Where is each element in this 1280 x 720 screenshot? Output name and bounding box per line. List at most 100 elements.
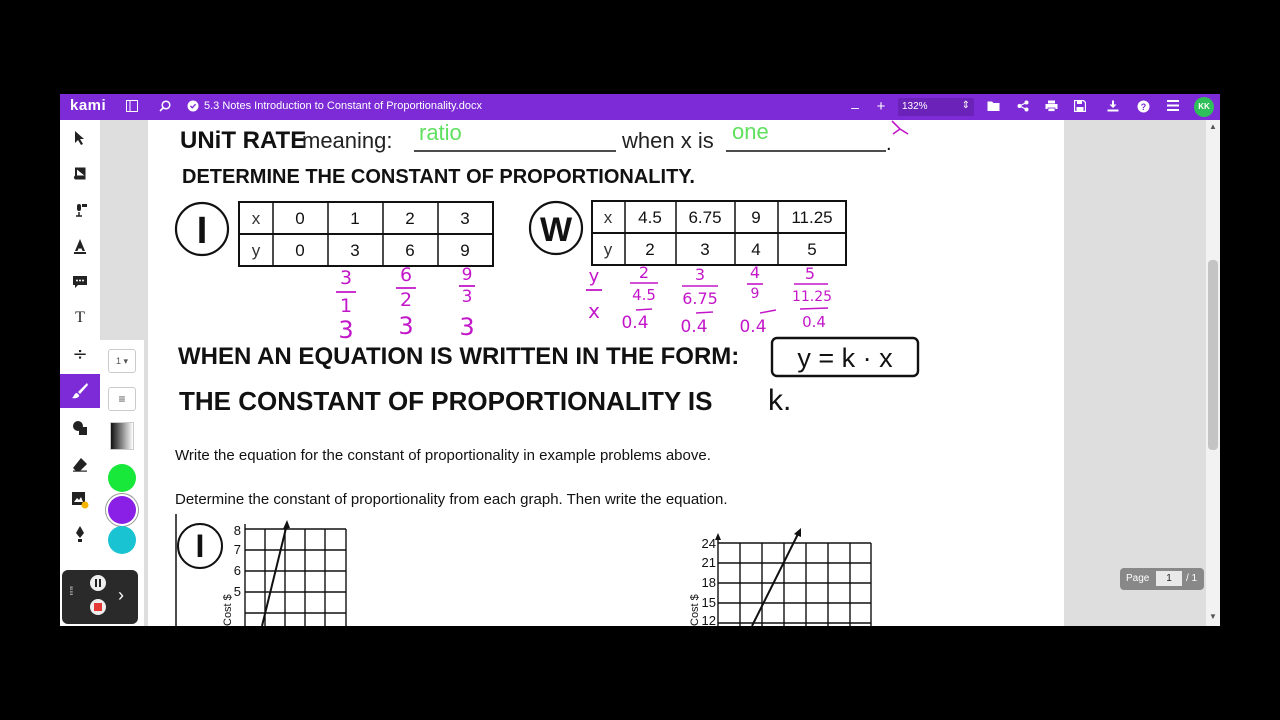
download-icon[interactable] [1106, 100, 1120, 114]
svg-text:?: ? [1140, 102, 1146, 112]
divide-icon: ÷ [72, 343, 88, 365]
eraser-tool[interactable] [60, 448, 100, 480]
hw-num: 2 [639, 263, 649, 282]
drawing-tool[interactable] [60, 374, 100, 408]
hw-num: 3 [340, 267, 352, 289]
table-cell: 0 [295, 209, 304, 228]
equation-tool[interactable]: ÷ [60, 338, 100, 370]
comment-tool[interactable] [60, 266, 100, 298]
dictionary-tool[interactable] [60, 158, 100, 190]
chevron-updown-icon: ⇕ [961, 100, 970, 111]
pause-icon [95, 579, 101, 587]
hw-ratio-den: x [588, 299, 600, 323]
brush-size-value: 1 [115, 356, 121, 366]
hw-num: 6 [400, 264, 412, 286]
share-icon[interactable] [1016, 100, 1030, 114]
graph-i: I 8 7 6 5 Cost $ [175, 514, 347, 626]
zoom-out-button[interactable]: – [848, 100, 862, 114]
cursor-icon [75, 131, 84, 145]
help-icon[interactable]: ? [1136, 100, 1150, 114]
document-page[interactable]: UNiT RATE meaning: ratio when x is one .… [148, 120, 1064, 626]
table-cell: y [252, 241, 261, 260]
page-total: / 1 [1186, 573, 1198, 584]
sidebar-toggle-icon[interactable] [125, 100, 139, 114]
opacity-slider[interactable] [110, 422, 134, 450]
image-add-icon [72, 492, 89, 509]
read-aloud-tool[interactable] [60, 194, 100, 226]
zoom-in-button[interactable]: + [874, 99, 888, 114]
speech-tool-icon [76, 204, 87, 217]
worksheet-content: UNiT RATE meaning: ratio when x is one .… [174, 120, 920, 626]
document-title[interactable]: 5.3 Notes Introduction to Constant of Pr… [204, 100, 482, 112]
drag-handle-icon[interactable]: ⁞⁞ [69, 585, 73, 597]
color-swatch-purple[interactable] [108, 496, 136, 524]
y-tick: 15 [702, 595, 716, 610]
pause-button[interactable] [90, 575, 106, 591]
menu-icon[interactable] [1166, 100, 1180, 114]
equation-lead: WHEN AN EQUATION IS WRITTEN IN THE FORM: [178, 343, 739, 370]
save-icon[interactable] [1073, 99, 1087, 114]
print-icon[interactable] [1044, 100, 1058, 114]
hw-result: 0.4 [680, 317, 707, 337]
kami-logo[interactable]: kami [70, 97, 106, 114]
select-tool[interactable] [60, 122, 100, 154]
label-w: W [540, 211, 573, 249]
hw-num: 5 [805, 264, 815, 283]
table-cell: y [604, 240, 613, 259]
text-tool[interactable]: T [60, 302, 100, 334]
stop-record-button[interactable] [90, 599, 106, 615]
text-highlight-icon [74, 239, 86, 254]
pen-nib-icon [76, 526, 84, 542]
eraser-icon [73, 458, 87, 472]
section-heading: DETERMINE THE CONSTANT OF PROPORTIONALIT… [182, 166, 695, 188]
vertical-scrollbar[interactable]: ▲ ▼ [1206, 120, 1220, 626]
table-cell: x [252, 209, 261, 228]
lines-icon: ≡ [118, 392, 126, 406]
handwritten-work-w: y x 2 4.5 0.4 3 6.75 0.4 4 9 0.4 5 11.25… [586, 263, 832, 337]
table-cell: 4.5 [638, 208, 662, 227]
hw-num: 3 [695, 265, 705, 284]
blank-period: . [886, 133, 892, 155]
text-icon: T [75, 309, 85, 326]
table-cell: 6 [405, 241, 414, 260]
sync-status-icon [186, 100, 200, 114]
y-tick: 18 [702, 575, 716, 590]
hw-ratio-num: y [589, 266, 600, 287]
search-icon[interactable] [158, 100, 172, 114]
signature-tool[interactable] [60, 518, 100, 550]
table-cell: 2 [645, 240, 654, 259]
line-style-button[interactable]: ≡ [108, 387, 136, 411]
handwritten-one: one [732, 120, 769, 144]
instruction-2: Determine the constant of proportionalit… [175, 491, 728, 508]
shapes-tool[interactable] [60, 412, 100, 444]
scroll-thumb[interactable] [1208, 260, 1218, 450]
table-cell: 11.25 [791, 208, 832, 227]
add-media-tool[interactable] [60, 484, 100, 516]
shapes-icon [73, 421, 87, 435]
scroll-down-arrow[interactable]: ▼ [1209, 612, 1217, 621]
markup-tool[interactable] [60, 230, 100, 262]
constant-symbol: k. [768, 384, 791, 417]
hw-result: 3 [398, 312, 413, 340]
scroll-up-arrow[interactable]: ▲ [1209, 122, 1217, 131]
user-avatar[interactable]: KK [1194, 97, 1214, 117]
color-swatch-teal[interactable] [108, 526, 136, 554]
constant-line: THE CONSTANT OF PROPORTIONALITY IS [179, 386, 713, 416]
equation: y = k · x [797, 343, 893, 373]
zoom-select[interactable]: 132% ⇕ [898, 98, 974, 116]
table-cell: 2 [405, 209, 414, 228]
label-i: I [197, 210, 208, 252]
page-number-input[interactable]: 1 [1156, 571, 1182, 586]
brush-size-select[interactable]: 1 ▾ [108, 349, 136, 373]
chevron-right-icon[interactable]: › [118, 585, 124, 606]
tool-sidebar: T ÷ [60, 120, 101, 626]
unit-rate-label: UNiT RATE [180, 127, 306, 154]
y-axis-label: Cost $ [689, 594, 701, 626]
y-tick: 24 [702, 536, 716, 551]
y-tick: 5 [234, 584, 241, 599]
color-swatch-green[interactable] [108, 464, 136, 492]
hw-num: 4 [750, 263, 760, 282]
recording-widget: ⁞⁞ › [62, 570, 138, 624]
folder-open-icon[interactable] [987, 100, 1001, 114]
y-tick: 8 [234, 523, 241, 538]
